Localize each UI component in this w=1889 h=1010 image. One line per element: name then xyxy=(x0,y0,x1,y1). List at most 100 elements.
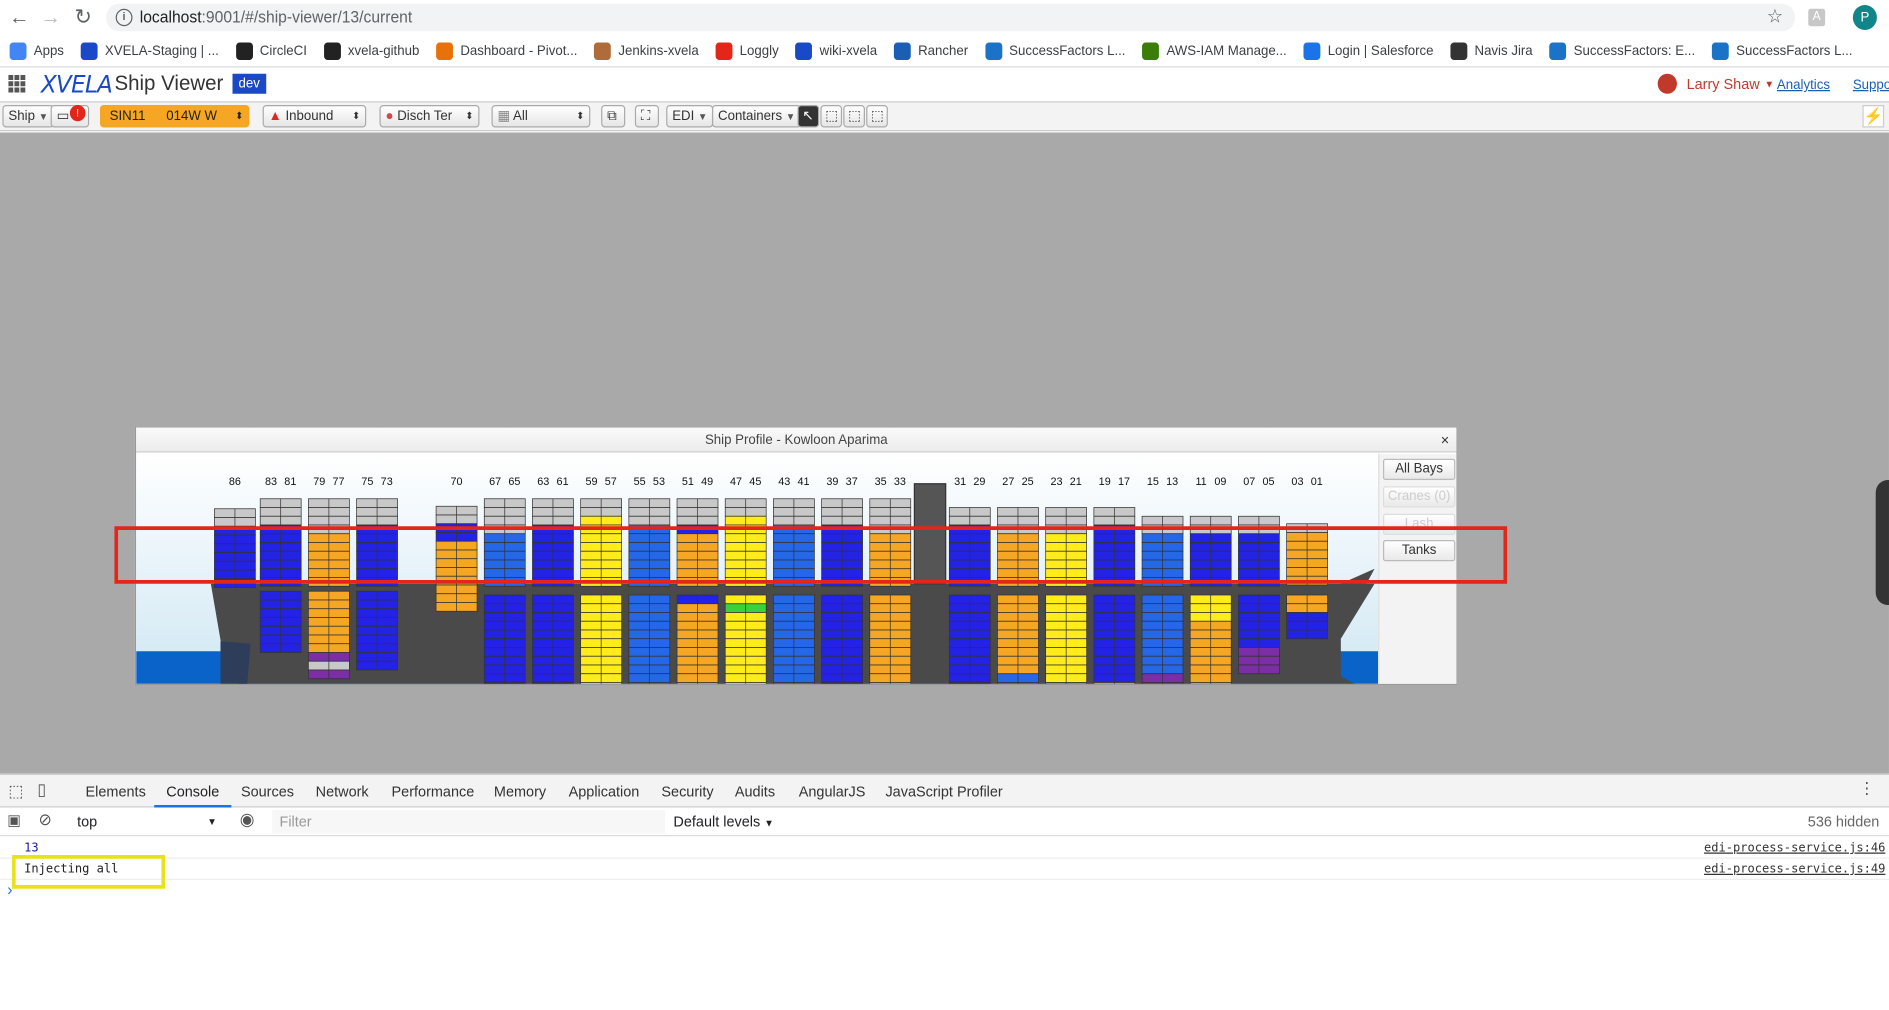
support-link[interactable]: Suppo xyxy=(1853,78,1889,93)
bay-label[interactable]: 79 xyxy=(313,476,325,488)
clear-console-icon[interactable]: ⊘ xyxy=(39,810,52,830)
layers-button[interactable]: ⧉ xyxy=(601,105,626,128)
bay-label[interactable]: 47 xyxy=(730,476,742,488)
devtools-tab-application[interactable]: Application xyxy=(569,775,640,808)
bay-label[interactable]: 43 xyxy=(778,476,790,488)
select-tool-button[interactable]: ↖ xyxy=(797,105,820,128)
bookmark-item[interactable]: Navis Jira xyxy=(1450,42,1533,60)
bay-label[interactable]: 07 xyxy=(1243,476,1255,488)
bookmark-item[interactable]: xvela-github xyxy=(323,42,419,60)
analytics-link[interactable]: Analytics xyxy=(1777,78,1830,93)
bookmark-item[interactable]: Apps xyxy=(9,42,64,60)
bay-label[interactable]: 57 xyxy=(605,476,617,488)
direction-select[interactable]: ▲ Inbound ⬍ xyxy=(262,105,367,128)
bay-label[interactable]: 19 xyxy=(1099,476,1111,488)
bookmark-item[interactable]: Login | Salesforce xyxy=(1303,42,1434,60)
devtools-tab-audits[interactable]: Audits xyxy=(735,775,775,808)
bookmark-item[interactable]: Jenkins-xvela xyxy=(594,42,699,60)
info-icon[interactable]: i xyxy=(115,8,133,27)
bay-label[interactable]: 17 xyxy=(1118,476,1130,488)
bookmark-item[interactable]: XVELA-Staging | ... xyxy=(80,42,219,60)
log-source-link[interactable]: edi-process-service.js:49 xyxy=(1704,859,1885,880)
containers-dropdown[interactable]: Containers ▼ xyxy=(711,105,802,128)
bay-label[interactable]: 15 xyxy=(1147,476,1159,488)
bookmark-item[interactable]: wiki-xvela xyxy=(795,42,877,60)
bay-label[interactable]: 41 xyxy=(798,476,810,488)
bay-label[interactable]: 77 xyxy=(332,476,344,488)
bay-label[interactable]: 67 xyxy=(489,476,501,488)
bookmark-item[interactable]: SuccessFactors L... xyxy=(1712,42,1852,60)
bookmark-item[interactable]: SuccessFactors: E... xyxy=(1549,42,1695,60)
cranes-button[interactable]: Cranes (0) xyxy=(1382,486,1456,508)
inspect-icon[interactable]: ⬚ xyxy=(8,781,23,801)
bay-label[interactable]: 21 xyxy=(1070,476,1082,488)
devtools-tab-console[interactable]: Console xyxy=(154,775,232,808)
close-icon[interactable]: × xyxy=(1441,428,1449,453)
devtools-tab-performance[interactable]: Performance xyxy=(392,775,475,808)
bay-label[interactable]: 63 xyxy=(537,476,549,488)
side-drawer-handle[interactable] xyxy=(1875,480,1889,605)
bookmark-item[interactable]: Rancher xyxy=(893,42,968,60)
back-icon[interactable]: ← xyxy=(6,4,33,32)
bay-label[interactable]: 70 xyxy=(451,476,463,488)
bay-label[interactable]: 49 xyxy=(701,476,713,488)
edi-dropdown[interactable]: EDI ▼ xyxy=(666,105,714,128)
bay-label[interactable]: 25 xyxy=(1022,476,1034,488)
context-select[interactable]: top ▼ xyxy=(70,810,222,834)
devtools-tab-javascript-profiler[interactable]: JavaScript Profiler xyxy=(885,775,1002,808)
bay-label[interactable]: 23 xyxy=(1050,476,1062,488)
fit-button[interactable]: ⛶ xyxy=(634,105,659,128)
bay-label[interactable]: 81 xyxy=(284,476,296,488)
device-toolbar-icon[interactable]: ▯ xyxy=(37,780,46,800)
bay-label[interactable]: 13 xyxy=(1166,476,1178,488)
bay-label[interactable]: 37 xyxy=(846,476,858,488)
bookmark-item[interactable]: Loggly xyxy=(715,42,779,60)
bay-label[interactable]: 75 xyxy=(361,476,373,488)
select-tool-4-button[interactable]: ⬚ xyxy=(866,105,888,128)
devtools-tab-sources[interactable]: Sources xyxy=(241,775,294,808)
extension-icon[interactable]: A xyxy=(1808,8,1826,27)
bookmark-item[interactable]: AWS-IAM Manage... xyxy=(1142,42,1287,60)
bay-label[interactable]: 03 xyxy=(1291,476,1303,488)
bay-label[interactable]: 61 xyxy=(557,476,569,488)
all-bays-button[interactable]: All Bays xyxy=(1382,458,1456,480)
bay-label[interactable]: 53 xyxy=(653,476,665,488)
devtools-tab-security[interactable]: Security xyxy=(661,775,713,808)
voyage-select[interactable]: SIN11 014W W ⬍ xyxy=(99,105,250,128)
devtools-tab-elements[interactable]: Elements xyxy=(86,775,146,808)
discharge-select[interactable]: ● Disch Ter ⬍ xyxy=(379,105,480,128)
bay-label[interactable]: 86 xyxy=(229,476,241,488)
reload-icon[interactable]: ↻ xyxy=(70,4,97,32)
bay-label[interactable]: 09 xyxy=(1214,476,1226,488)
forward-icon[interactable]: → xyxy=(37,4,64,32)
profile-avatar[interactable]: P xyxy=(1852,5,1877,30)
devtools-tab-memory[interactable]: Memory xyxy=(494,775,546,808)
bay-label[interactable]: 73 xyxy=(381,476,393,488)
notifications-button[interactable]: ▭! xyxy=(50,105,90,128)
bookmark-star-icon[interactable]: ☆ xyxy=(1767,4,1783,32)
bay-label[interactable]: 29 xyxy=(973,476,985,488)
bay-label[interactable]: 27 xyxy=(1002,476,1014,488)
bay-label[interactable]: 11 xyxy=(1195,476,1206,488)
eye-icon[interactable]: ◉ xyxy=(240,809,255,830)
panel-header[interactable]: Ship Profile - Kowloon Aparima × xyxy=(136,427,1457,453)
filter-select[interactable]: ▦ All ⬍ xyxy=(491,105,591,128)
select-tool-3-button[interactable]: ⬚ xyxy=(843,105,865,128)
bay-label[interactable]: 39 xyxy=(826,476,838,488)
bay-label[interactable]: 45 xyxy=(749,476,761,488)
bookmark-item[interactable]: Dashboard - Pivot... xyxy=(436,42,577,60)
bay-label[interactable]: 01 xyxy=(1311,476,1323,488)
bookmark-item[interactable]: CircleCI xyxy=(235,42,307,60)
bay-label[interactable]: 59 xyxy=(585,476,597,488)
user-menu[interactable]: Larry Shaw ▼ xyxy=(1657,73,1774,94)
ship-dropdown[interactable]: Ship ▼ xyxy=(2,105,55,128)
devtools-tab-angularjs[interactable]: AngularJS xyxy=(799,775,866,808)
select-tool-2-button[interactable]: ⬚ xyxy=(820,105,843,128)
kebab-menu-icon[interactable]: ⋮ xyxy=(1859,779,1875,799)
log-source-link[interactable]: edi-process-service.js:46 xyxy=(1704,838,1885,859)
bay-label[interactable]: 31 xyxy=(954,476,966,488)
address-bar[interactable]: i localhost:9001/#/ship-viewer/13/curren… xyxy=(106,3,1796,32)
log-levels-select[interactable]: Default levels ▼ xyxy=(673,810,773,835)
sidebar-toggle-icon[interactable]: ▣ xyxy=(7,811,21,829)
bay-label[interactable]: 33 xyxy=(894,476,906,488)
